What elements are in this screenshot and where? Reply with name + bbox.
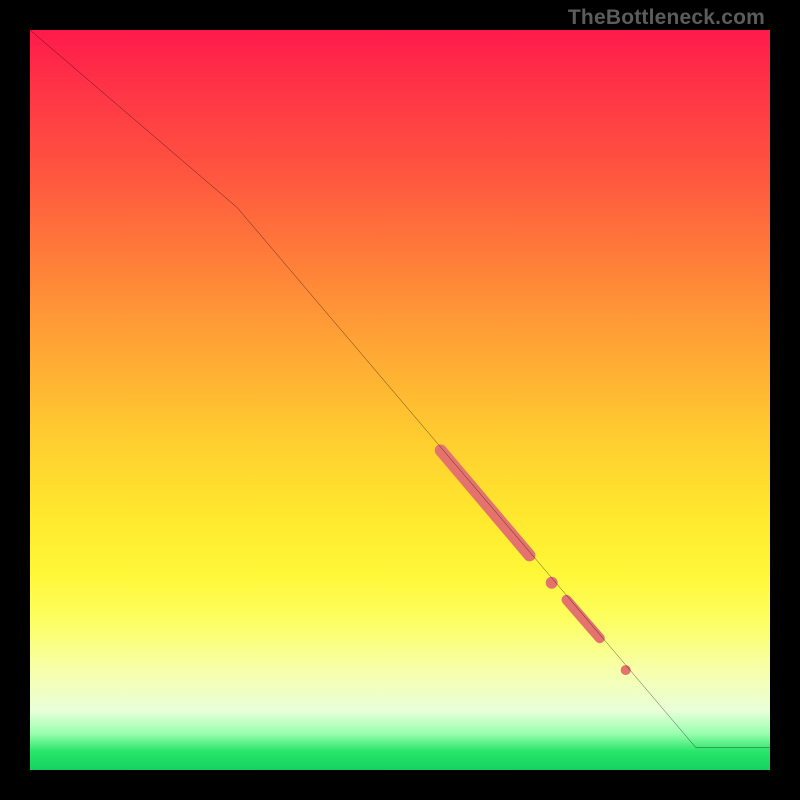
highlight-segment-2 (567, 600, 600, 638)
highlight-dot-2 (621, 665, 631, 675)
highlight-markers (441, 450, 631, 675)
attribution-watermark: TheBottleneck.com (568, 6, 765, 30)
bottleneck-curve (30, 30, 770, 748)
plot-area (30, 30, 770, 770)
chart-svg-layer (30, 30, 770, 770)
highlight-segment-1 (441, 450, 530, 555)
chart-stage: TheBottleneck.com (0, 0, 800, 800)
